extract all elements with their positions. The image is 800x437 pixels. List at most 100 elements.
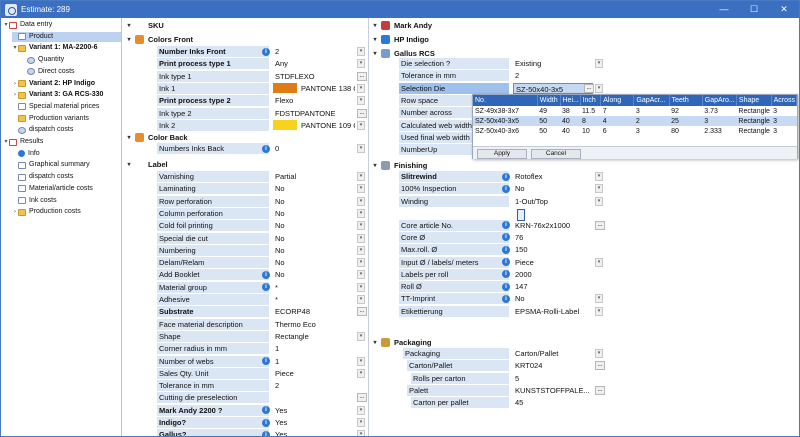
mark-andy-section[interactable]: ▾ Mark Andy bbox=[371, 19, 432, 31]
column-header[interactable]: Hei... bbox=[560, 95, 581, 106]
property-value[interactable]: Rotoflex bbox=[513, 171, 593, 182]
dropdown-arrow[interactable]: ▾ bbox=[357, 331, 365, 341]
dropdown-arrow[interactable]: ▾ bbox=[595, 294, 603, 304]
property-value[interactable]: No bbox=[273, 257, 355, 268]
property-value[interactable]: 2 bbox=[513, 70, 593, 81]
colors-front-section[interactable]: ▾ Colors Front bbox=[125, 33, 193, 45]
column-header[interactable]: GapAcr... bbox=[633, 95, 670, 106]
property-value[interactable]: STDFLEXO bbox=[273, 71, 355, 82]
property-value[interactable] bbox=[273, 392, 355, 403]
table-row[interactable]: SZ-49x38-3x7 49 38 11.5 7 3 92 3.73 Rectangle 3 bbox=[473, 106, 797, 116]
dropdown-arrow[interactable]: ▾ bbox=[357, 172, 365, 181]
dropdown-arrow[interactable]: ▾ bbox=[357, 368, 365, 378]
column-header[interactable]: Along bbox=[600, 95, 635, 106]
dropdown-arrow[interactable]: ▾ bbox=[357, 221, 365, 231]
tree-item[interactable]: ▾ Data entry bbox=[3, 20, 121, 30]
property-value[interactable]: 150 bbox=[513, 244, 593, 255]
info-icon[interactable]: i bbox=[502, 294, 510, 303]
collapse-icon[interactable]: ▾ bbox=[125, 134, 133, 141]
info-icon[interactable]: i bbox=[262, 430, 270, 436]
collapse-icon[interactable]: ▾ bbox=[371, 50, 379, 57]
property-value[interactable]: Any bbox=[273, 58, 355, 69]
info-icon[interactable]: i bbox=[262, 144, 270, 153]
property-value[interactable]: Piece bbox=[513, 257, 593, 268]
apply-button[interactable]: Apply bbox=[477, 149, 527, 159]
property-value[interactable]: Existing bbox=[513, 58, 593, 69]
property-value[interactable]: Yes bbox=[273, 405, 355, 416]
property-value[interactable]: FDSTDPANTONE bbox=[273, 108, 355, 119]
property-value[interactable]: 1 bbox=[273, 343, 355, 354]
property-value[interactable]: Yes bbox=[273, 429, 355, 436]
dropdown-arrow[interactable]: ▾ bbox=[357, 405, 365, 415]
browse-button[interactable]: ... bbox=[357, 307, 367, 317]
collapse-icon[interactable]: ▾ bbox=[371, 339, 379, 346]
dropdown-arrow[interactable]: ▾ bbox=[357, 208, 365, 218]
cancel-button[interactable]: Cancel bbox=[531, 149, 581, 159]
label-section[interactable]: ▾ Label bbox=[125, 158, 167, 170]
dropdown-arrow[interactable]: ▾ bbox=[595, 184, 603, 194]
dropdown-arrow[interactable]: ▾ bbox=[357, 233, 365, 243]
property-value[interactable]: 2 bbox=[273, 380, 355, 391]
dropdown-arrow[interactable]: ▾ bbox=[357, 196, 365, 206]
tree-item[interactable]: › Variant 3: GA RCS-330 bbox=[12, 90, 121, 100]
property-value[interactable]: KRT024 bbox=[513, 360, 593, 371]
collapse-icon[interactable]: ▾ bbox=[125, 36, 133, 43]
tree-item[interactable]: Ink costs bbox=[12, 196, 121, 206]
property-value[interactable]: * bbox=[273, 282, 355, 293]
info-icon[interactable]: i bbox=[502, 184, 510, 193]
dropdown-arrow[interactable]: ▾ bbox=[595, 349, 603, 358]
tree-item[interactable]: ▾ Variant 1: MA-2200-6 bbox=[12, 43, 121, 53]
tree-item[interactable]: Info bbox=[12, 149, 121, 159]
dropdown-arrow[interactable]: ▾ bbox=[357, 430, 365, 436]
column-header[interactable]: Inch bbox=[580, 95, 602, 106]
property-value[interactable]: No bbox=[273, 208, 355, 219]
tree-item[interactable]: Material/article costs bbox=[12, 184, 121, 194]
hp-indigo-section[interactable]: ▾ HP Indigo bbox=[371, 33, 429, 45]
property-value[interactable]: 2 bbox=[273, 46, 355, 57]
collapse-icon[interactable]: ▾ bbox=[125, 22, 133, 29]
dropdown-arrow[interactable]: ▾ bbox=[595, 306, 603, 316]
info-icon[interactable]: i bbox=[502, 258, 510, 266]
tree-item[interactable]: dispatch costs bbox=[12, 172, 121, 182]
tree-item[interactable]: › Variant 2: HP Indigo bbox=[12, 79, 121, 89]
dropdown-arrow[interactable]: ▾ bbox=[357, 59, 365, 69]
property-value[interactable]: No bbox=[513, 183, 593, 194]
tree-item[interactable]: Direct costs bbox=[21, 67, 121, 77]
dropdown-arrow[interactable]: ▾ bbox=[357, 356, 365, 366]
tree-item[interactable]: Special material prices bbox=[12, 102, 121, 112]
property-value[interactable]: PANTONE 109 C bbox=[299, 120, 355, 131]
property-value[interactable]: Rectangle bbox=[273, 331, 355, 342]
sku-section[interactable]: ▾ SKU bbox=[125, 19, 163, 31]
property-value[interactable]: 2000 bbox=[513, 269, 593, 280]
property-value[interactable]: No bbox=[273, 245, 355, 256]
info-icon[interactable]: i bbox=[262, 270, 270, 279]
property-value[interactable]: 45 bbox=[513, 397, 593, 408]
column-header[interactable]: Width bbox=[537, 95, 561, 106]
browse-button[interactable]: ... bbox=[357, 393, 367, 403]
browse-button[interactable]: ... bbox=[357, 71, 367, 81]
dropdown-arrow[interactable]: ▾ bbox=[357, 258, 365, 268]
tree-item[interactable]: ▾ Results bbox=[3, 137, 121, 147]
dropdown-arrow[interactable]: ▾ bbox=[357, 295, 365, 304]
close-button[interactable]: ✕ bbox=[769, 1, 799, 18]
dropdown-arrow[interactable]: ▾ bbox=[595, 257, 603, 267]
property-value[interactable]: Carton/Pallet bbox=[513, 348, 593, 359]
property-value[interactable]: No bbox=[273, 183, 355, 194]
property-value[interactable]: Piece bbox=[273, 368, 355, 379]
info-icon[interactable]: i bbox=[262, 357, 270, 365]
maximize-button[interactable]: ☐ bbox=[739, 1, 769, 18]
color-back-section[interactable]: ▾ Color Back bbox=[125, 131, 188, 143]
dropdown-arrow[interactable]: ▾ bbox=[357, 282, 365, 292]
browse-button[interactable]: ... bbox=[595, 385, 605, 395]
property-value[interactable]: 147 bbox=[513, 281, 593, 292]
tree-item[interactable]: Product bbox=[12, 31, 121, 42]
property-value[interactable]: Partial bbox=[273, 171, 355, 182]
property-value[interactable]: 1-Out/Top bbox=[513, 196, 593, 207]
tree-item[interactable]: dispatch costs bbox=[12, 125, 121, 135]
dropdown-arrow[interactable]: ▾ bbox=[357, 144, 365, 153]
info-icon[interactable]: i bbox=[502, 245, 510, 254]
column-header[interactable]: GapAro... bbox=[702, 95, 737, 106]
property-value[interactable]: No bbox=[513, 293, 593, 304]
property-value[interactable]: 0 bbox=[273, 143, 355, 154]
dropdown-arrow[interactable]: ▾ bbox=[357, 418, 365, 427]
